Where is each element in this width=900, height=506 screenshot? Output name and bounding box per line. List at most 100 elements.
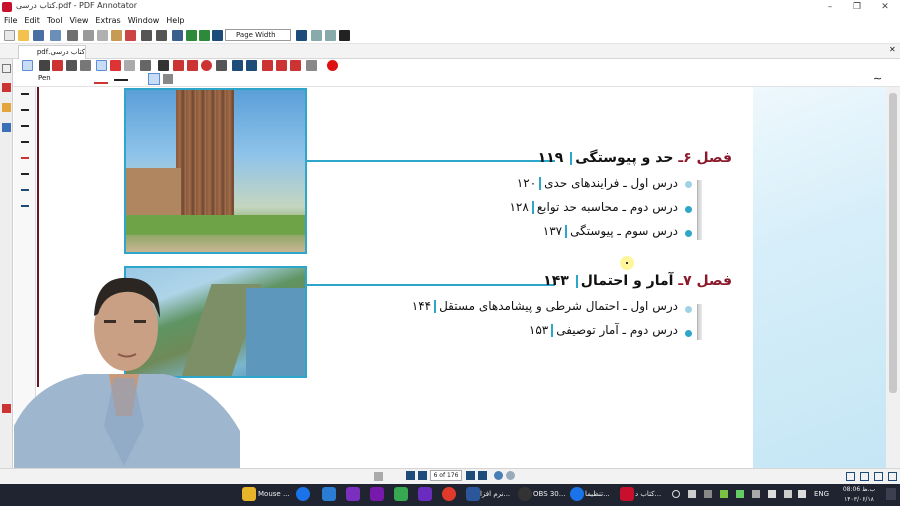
tray-icon[interactable]: [736, 490, 744, 498]
vertical-scrollbar[interactable]: [886, 87, 900, 468]
taskbar-item-settings[interactable]: تنظیما...: [585, 486, 610, 503]
straighten-icon[interactable]: [163, 74, 173, 84]
word-icon[interactable]: [466, 487, 480, 501]
stamp-icon[interactable]: [276, 60, 287, 71]
zoom-mode-select[interactable]: Page Width: [225, 29, 291, 41]
cut-icon[interactable]: [83, 30, 94, 41]
lesson-item[interactable]: درس دوم ـ محاسبه حد توابع ۱۲۸: [509, 200, 678, 214]
visual-studio-icon[interactable]: [418, 487, 432, 501]
pen-preset-icon[interactable]: [21, 125, 29, 127]
single-page-view-icon[interactable]: [846, 472, 855, 481]
image-stamp-icon[interactable]: [124, 60, 135, 71]
menu-window[interactable]: Window: [128, 14, 160, 27]
arrow-line-icon[interactable]: [173, 60, 184, 71]
nvidia-icon[interactable]: [720, 490, 728, 498]
pen-color-icon[interactable]: [94, 75, 108, 84]
comment-icon[interactable]: [246, 60, 257, 71]
zoom-tool-icon[interactable]: [80, 60, 91, 71]
fit-width-icon[interactable]: [325, 30, 336, 41]
taskbar-item-mouse[interactable]: Mouse ...: [258, 486, 290, 503]
grid-view-icon[interactable]: [888, 472, 897, 481]
minimize-button[interactable]: –: [816, 0, 844, 14]
pen-preset-icon[interactable]: [21, 173, 29, 175]
delete-icon[interactable]: [125, 30, 136, 41]
open-folder-icon[interactable]: [18, 30, 29, 41]
annotations-icon[interactable]: [2, 83, 11, 92]
tray-icon[interactable]: [672, 490, 680, 498]
link-icon[interactable]: [232, 60, 243, 71]
document-tab[interactable]: کتاب درسی.pdf: [18, 45, 86, 59]
next-page-icon[interactable]: [466, 471, 475, 480]
zoom-plus-icon[interactable]: [296, 30, 307, 41]
lesson-item[interactable]: درس دوم ـ آمار توصیفی ۱۵۳: [529, 323, 678, 337]
menu-tool[interactable]: Tool: [47, 14, 63, 27]
volume-icon[interactable]: [798, 490, 806, 498]
file-explorer-icon[interactable]: [242, 487, 256, 501]
pen-tool-icon[interactable]: [96, 60, 107, 71]
chapter-7-heading[interactable]: فصل ۷ـ آمار و احتمال ۱۴۳: [543, 273, 732, 289]
favorites-panel-icon[interactable]: [2, 404, 11, 413]
pen-preset-icon[interactable]: [21, 93, 29, 95]
pen-preset-icon[interactable]: [21, 157, 29, 159]
onenote-icon[interactable]: [370, 487, 384, 501]
taskbar-item-book[interactable]: کتاب د...: [635, 486, 661, 503]
obs-icon[interactable]: [518, 487, 532, 501]
pen-preset-icon[interactable]: [21, 189, 29, 191]
line-width-icon[interactable]: [114, 79, 128, 81]
menu-file[interactable]: File: [4, 14, 17, 27]
tray-icon[interactable]: [688, 490, 696, 498]
tray-icon[interactable]: [704, 490, 712, 498]
maximize-button[interactable]: ❐: [843, 0, 871, 14]
menu-extras[interactable]: Extras: [95, 14, 120, 27]
taskbar-item-software[interactable]: نرم افزا...: [480, 486, 510, 503]
print-icon[interactable]: [67, 30, 78, 41]
app-icon[interactable]: [322, 487, 336, 501]
scrollbar-thumb[interactable]: [889, 93, 897, 393]
taskbar-item-obs[interactable]: OBS 30...: [533, 486, 565, 503]
pointer-icon[interactable]: [39, 60, 50, 71]
attachments-icon[interactable]: [2, 123, 11, 132]
find-icon[interactable]: [172, 30, 183, 41]
forward-icon[interactable]: [506, 471, 515, 480]
zoom-in-icon[interactable]: [186, 30, 197, 41]
menu-help[interactable]: Help: [166, 14, 184, 27]
tray-icon[interactable]: [768, 490, 776, 498]
favorites-icon[interactable]: [306, 60, 317, 71]
clock[interactable]: 08:06 ب.ظ ۱۴۰۳/۰۶/۱۸: [836, 485, 882, 505]
fit-page-icon[interactable]: [311, 30, 322, 41]
eraser-icon[interactable]: [140, 60, 151, 71]
last-page-icon[interactable]: [478, 471, 487, 480]
network-icon[interactable]: [784, 490, 792, 498]
page-layout-icon[interactable]: [374, 472, 383, 481]
opera-icon[interactable]: [442, 487, 456, 501]
ink-icon[interactable]: ∼: [873, 73, 882, 85]
zoom-out-icon[interactable]: [199, 30, 210, 41]
menu-view[interactable]: View: [69, 14, 88, 27]
lesson-item[interactable]: درس اول ـ فرایندهای حدی ۱۲۰: [517, 176, 678, 190]
pages-icon[interactable]: [2, 64, 11, 73]
tray-icon[interactable]: [752, 490, 760, 498]
ellipse-icon[interactable]: [201, 60, 212, 71]
undo-icon[interactable]: [141, 30, 152, 41]
arrow-tool-icon[interactable]: [52, 60, 63, 71]
menu-edit[interactable]: Edit: [24, 14, 40, 27]
rectangle-icon[interactable]: [187, 60, 198, 71]
typewriter-icon[interactable]: [216, 60, 227, 71]
tab-close-icon[interactable]: ✕: [889, 46, 897, 54]
store-icon[interactable]: [394, 487, 408, 501]
media-icon[interactable]: [346, 487, 360, 501]
redo-icon[interactable]: [156, 30, 167, 41]
back-icon[interactable]: [494, 471, 503, 480]
page-number-input[interactable]: 6 of 176: [430, 470, 462, 481]
close-button[interactable]: ✕: [871, 0, 899, 14]
camera-icon[interactable]: [262, 60, 273, 71]
lesson-item[interactable]: درس سوم ـ پیوستگی ۱۳۷: [543, 224, 678, 238]
smooth-icon[interactable]: [148, 73, 160, 85]
chrome-icon[interactable]: [570, 487, 584, 501]
select-tool-icon[interactable]: [22, 60, 33, 71]
heart-icon[interactable]: [327, 60, 338, 71]
paste-icon[interactable]: [111, 30, 122, 41]
zoom-minus-icon[interactable]: [212, 30, 223, 41]
marker-tool-icon[interactable]: [110, 60, 121, 71]
first-page-icon[interactable]: [406, 471, 415, 480]
